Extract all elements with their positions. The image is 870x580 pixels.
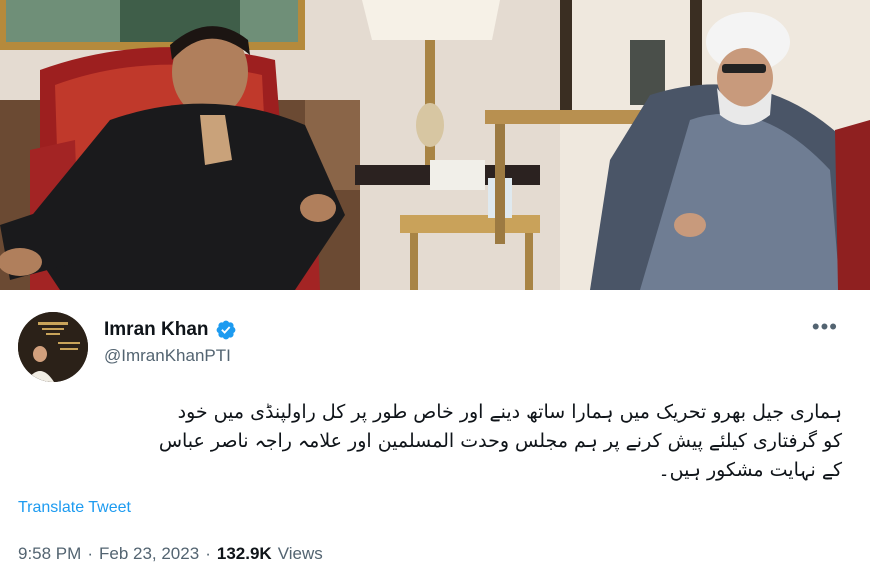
- profile-avatar[interactable]: [18, 312, 88, 382]
- views-label: Views: [277, 544, 323, 563]
- author-row: Imran Khan: [104, 316, 237, 344]
- translate-tweet-link[interactable]: Translate Tweet: [18, 499, 131, 517]
- tweet-date[interactable]: Feb 23, 2023: [99, 544, 199, 564]
- tweet-time[interactable]: 9:58 PM: [18, 544, 81, 564]
- tweet-text-line: ہماری جیل بھرو تحریک میں ہمارا ساتھ دینے…: [177, 401, 842, 423]
- author-handle[interactable]: @ImranKhanPTI: [104, 346, 231, 366]
- views-count: 132.9K: [216, 544, 272, 563]
- display-name[interactable]: Imran Khan: [104, 319, 209, 341]
- tweet-text-line: کو گرفتاری کیلئے پیش کرنے پر ہم مجلس وحد…: [158, 430, 842, 452]
- tweet-photo[interactable]: [0, 0, 870, 290]
- more-options-icon[interactable]: •••: [812, 316, 838, 338]
- tweet-card: Imran Khan @ImranKhanPTI ••• ہماری جیل ب…: [0, 290, 870, 580]
- meeting-photo: [0, 0, 870, 290]
- meta-separator: ·: [87, 544, 93, 563]
- meta-separator: ·: [205, 544, 211, 563]
- tweet-meta: 9:58 PM · Feb 23, 2023 · 132.9K Views: [18, 544, 323, 564]
- avatar-image: [18, 312, 88, 382]
- tweet-text: ہماری جیل بھرو تحریک میں ہمارا ساتھ دینے…: [22, 398, 842, 485]
- verified-badge-icon: [216, 320, 235, 340]
- tweet-text-line: کے نہایت مشکور ہیں۔: [658, 459, 842, 481]
